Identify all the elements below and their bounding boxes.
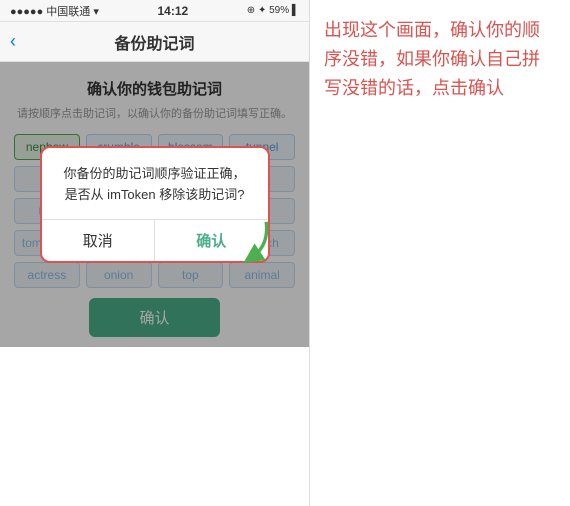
back-button[interactable]: ‹	[10, 31, 16, 52]
dialog-overlay: 你备份的助记词顺序验证正确，是否从 imToken 移除该助记词? 取消 确认	[0, 62, 309, 347]
nav-title: 备份助记词	[114, 30, 194, 54]
status-bar: ●●●●● 中国联通 ▾ 14:12 ⊕ ✦ 59% ▌	[0, 0, 309, 22]
status-right: ⊕ ✦ 59% ▌	[247, 5, 299, 16]
phone-frame: ●●●●● 中国联通 ▾ 14:12 ⊕ ✦ 59% ▌ ‹ 备份助记词 确认你…	[0, 0, 310, 506]
dialog-cancel-button[interactable]: 取消	[42, 220, 156, 261]
status-left: ●●●●● 中国联通 ▾	[10, 3, 99, 19]
arrow-icon	[223, 217, 271, 265]
annotation-text: 出现这个画面，确认你的顺序没错，如果你确认自己拼写没错的话，点击确认	[324, 16, 556, 102]
nav-bar: ‹ 备份助记词	[0, 22, 309, 62]
dialog-message: 你备份的助记词顺序验证正确，是否从 imToken 移除该助记词?	[42, 148, 268, 220]
annotation-panel: 出现这个画面，确认你的顺序没错，如果你确认自己拼写没错的话，点击确认	[310, 0, 570, 506]
status-time: 14:12	[157, 4, 188, 18]
main-content: 确认你的钱包助记词 请按顺序点击助记词，以确认你的备份助记词填写正确。 neph…	[0, 62, 309, 347]
